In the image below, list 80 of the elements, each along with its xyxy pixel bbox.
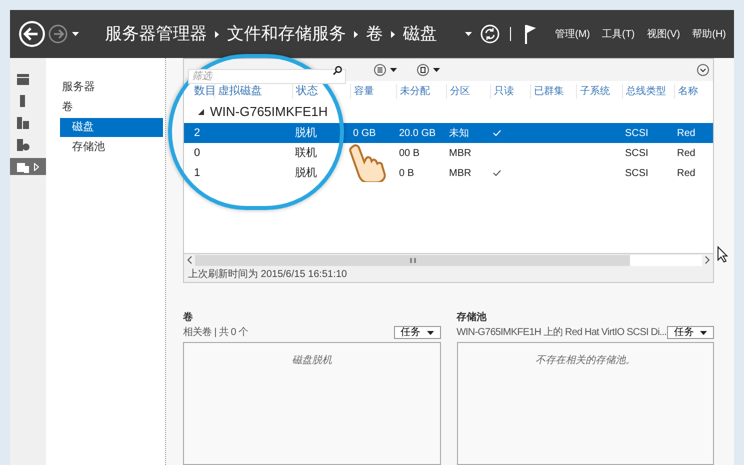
flag-icon[interactable] xyxy=(524,24,537,44)
check-icon xyxy=(493,130,501,136)
filter-field[interactable]: 筛选 xyxy=(188,68,346,84)
expand-icon[interactable] xyxy=(697,64,709,76)
chevron-icon xyxy=(391,30,395,38)
menu-item[interactable]: 管理(M) xyxy=(554,26,590,42)
search-icon xyxy=(333,66,342,74)
table-cell: Red xyxy=(677,148,696,158)
table-cell: MBR xyxy=(449,148,472,158)
group-header: WIN-G765IMKFE1H xyxy=(210,103,328,122)
breadcrumb-item[interactable]: 文件和存储服务 xyxy=(227,21,346,47)
caret-icon xyxy=(464,32,472,36)
chevron-icon xyxy=(215,30,219,38)
nav-item[interactable]: 磁盘 xyxy=(60,118,163,137)
scroll-left-icon[interactable] xyxy=(187,256,192,264)
table-cell: 0 GB xyxy=(353,128,376,138)
mouse-cursor-icon xyxy=(717,246,728,263)
breadcrumb-item[interactable]: 服务器管理器 xyxy=(105,21,207,47)
scroll-thumb[interactable] xyxy=(195,254,630,266)
task-button[interactable]: 任务 xyxy=(394,326,440,339)
table-cell: 脱机 xyxy=(295,166,317,179)
table-cell: 0 B xyxy=(399,168,414,178)
caret-icon xyxy=(72,32,79,36)
breadcrumb-item[interactable]: 磁盘 xyxy=(403,21,437,47)
table-cell: 0 xyxy=(194,146,200,159)
table-cell: MBR xyxy=(449,168,472,178)
collapse-icon[interactable] xyxy=(198,109,204,115)
section-title: 卷 xyxy=(183,310,194,325)
caret-icon xyxy=(390,68,397,72)
column-header[interactable]: 容量 xyxy=(354,86,374,97)
column-header[interactable]: 已群集 xyxy=(534,86,564,97)
caret-icon xyxy=(700,330,707,334)
table-cell: 00 B xyxy=(399,148,420,158)
disk-row[interactable]: 2 脱机 0 GB 20.0 GB 未知 SCSI Red xyxy=(184,123,713,143)
column-header[interactable]: 数目 xyxy=(194,84,216,96)
table-cell: SCSI xyxy=(625,128,648,138)
chevron-icon xyxy=(354,30,358,38)
section-subtitle: 相关卷 | 共 0 个 xyxy=(183,326,249,340)
column-header[interactable]: 总线类型 xyxy=(626,86,666,97)
menu-item[interactable]: 帮助(H) xyxy=(692,26,726,42)
check-icon xyxy=(493,170,501,176)
empty-message: 磁盘脱机 xyxy=(292,354,332,368)
menu-item[interactable]: 视图(V) xyxy=(646,26,680,42)
table-cell: Red xyxy=(677,168,696,178)
table-cell: 1 xyxy=(194,166,200,179)
table-cell: 2 xyxy=(194,126,200,139)
column-header[interactable]: 分区 xyxy=(450,86,470,97)
task-button[interactable]: 任务 xyxy=(667,326,714,339)
caret-icon xyxy=(433,68,440,72)
empty-message: 不存在相关的存储池。 xyxy=(535,354,636,368)
column-header[interactable]: 状态 xyxy=(296,84,318,96)
sidebar-tab[interactable] xyxy=(10,158,46,175)
column-header[interactable]: 未分配 xyxy=(400,86,430,97)
table-cell: 20.0 GB xyxy=(399,128,436,138)
nav-item[interactable]: 卷 xyxy=(60,98,163,117)
section-title: 存储池 xyxy=(456,310,488,325)
section-subtitle: WIN-G765IMKFE1H 上的 Red Hat VirtIO SCSI Di... xyxy=(456,326,665,340)
table-cell: Red xyxy=(677,128,696,138)
horizontal-scrollbar[interactable] xyxy=(184,253,713,266)
column-header[interactable]: 子系统 xyxy=(580,86,610,97)
table-cell: SCSI xyxy=(625,168,648,178)
column-header[interactable]: 只读 xyxy=(494,86,514,97)
caret-icon xyxy=(426,330,434,334)
last-refresh-text: 上次刷新时间为 2015/6/15 16:51:10 xyxy=(188,268,347,282)
column-header[interactable]: 名称 xyxy=(678,86,698,97)
table-cell: 脱机 xyxy=(295,126,317,139)
table-cell: 未知 xyxy=(449,128,469,138)
breadcrumb-item[interactable]: 卷 xyxy=(366,21,383,47)
refresh-icon[interactable] xyxy=(480,24,500,44)
scroll-right-icon[interactable] xyxy=(705,256,710,264)
expand-arrow-icon xyxy=(34,162,39,170)
menu-item[interactable]: 工具(T) xyxy=(602,26,635,42)
column-header[interactable]: 虚拟磁盘 xyxy=(218,84,262,96)
table-cell: SCSI xyxy=(625,148,648,158)
nav-item[interactable]: 服务器 xyxy=(60,78,163,97)
disk-row[interactable]: 0 联机 00 B MBR SCSI Red xyxy=(184,143,713,163)
list-icon[interactable] xyxy=(374,64,386,76)
nav-item[interactable]: 存储池 xyxy=(60,138,163,157)
table-cell: 联机 xyxy=(295,146,317,159)
disk-row[interactable]: 1 脱机 0 B MBR SCSI Red xyxy=(184,163,713,183)
